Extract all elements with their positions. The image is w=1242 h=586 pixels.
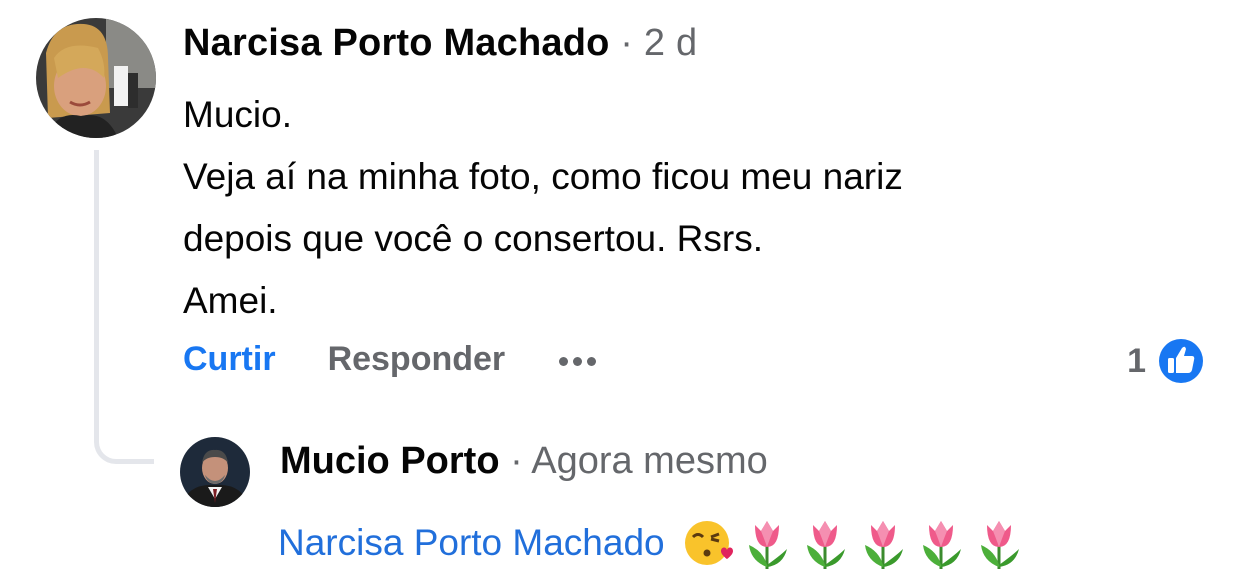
tulip-icon [864,521,903,569]
comment-actions: Curtir Responder [183,340,597,379]
comment-author-name[interactable]: Narcisa Porto Machado [183,22,610,64]
mention-link[interactable]: Narcisa Porto Machado [278,522,665,564]
reply-button[interactable]: Responder [328,340,506,379]
reply-author-name[interactable]: Mucio Porto [280,440,500,482]
like-icon [1157,337,1205,385]
kissing-face-icon [684,521,733,565]
reply-header: Mucio Porto · Agora mesmo [280,440,768,483]
comment-timestamp[interactable]: · 2 d [610,22,698,64]
profile-photo [36,18,156,138]
more-options-icon[interactable] [559,353,597,366]
reply-body: Narcisa Porto Machado [278,515,1027,571]
comment-body: Mucio. Veja aí na minha foto, como ficou… [183,94,903,321]
emoji-row [681,515,1027,571]
reaction-summary[interactable]: 1 [1127,336,1206,386]
comment-header: Narcisa Porto Machado · 2 d [183,22,697,65]
avatar-mucio[interactable] [180,437,250,507]
tulip-icon [980,521,1019,569]
reply-timestamp[interactable]: · Agora mesmo [500,440,768,482]
profile-photo [180,437,250,507]
tulip-icon [922,521,961,569]
tulip-icon [748,521,787,569]
reply-thread-connector [94,150,154,464]
avatar-narcisa[interactable] [36,18,156,138]
reaction-count: 1 [1127,341,1146,380]
tulip-icon [806,521,845,569]
like-button[interactable]: Curtir [183,340,276,379]
